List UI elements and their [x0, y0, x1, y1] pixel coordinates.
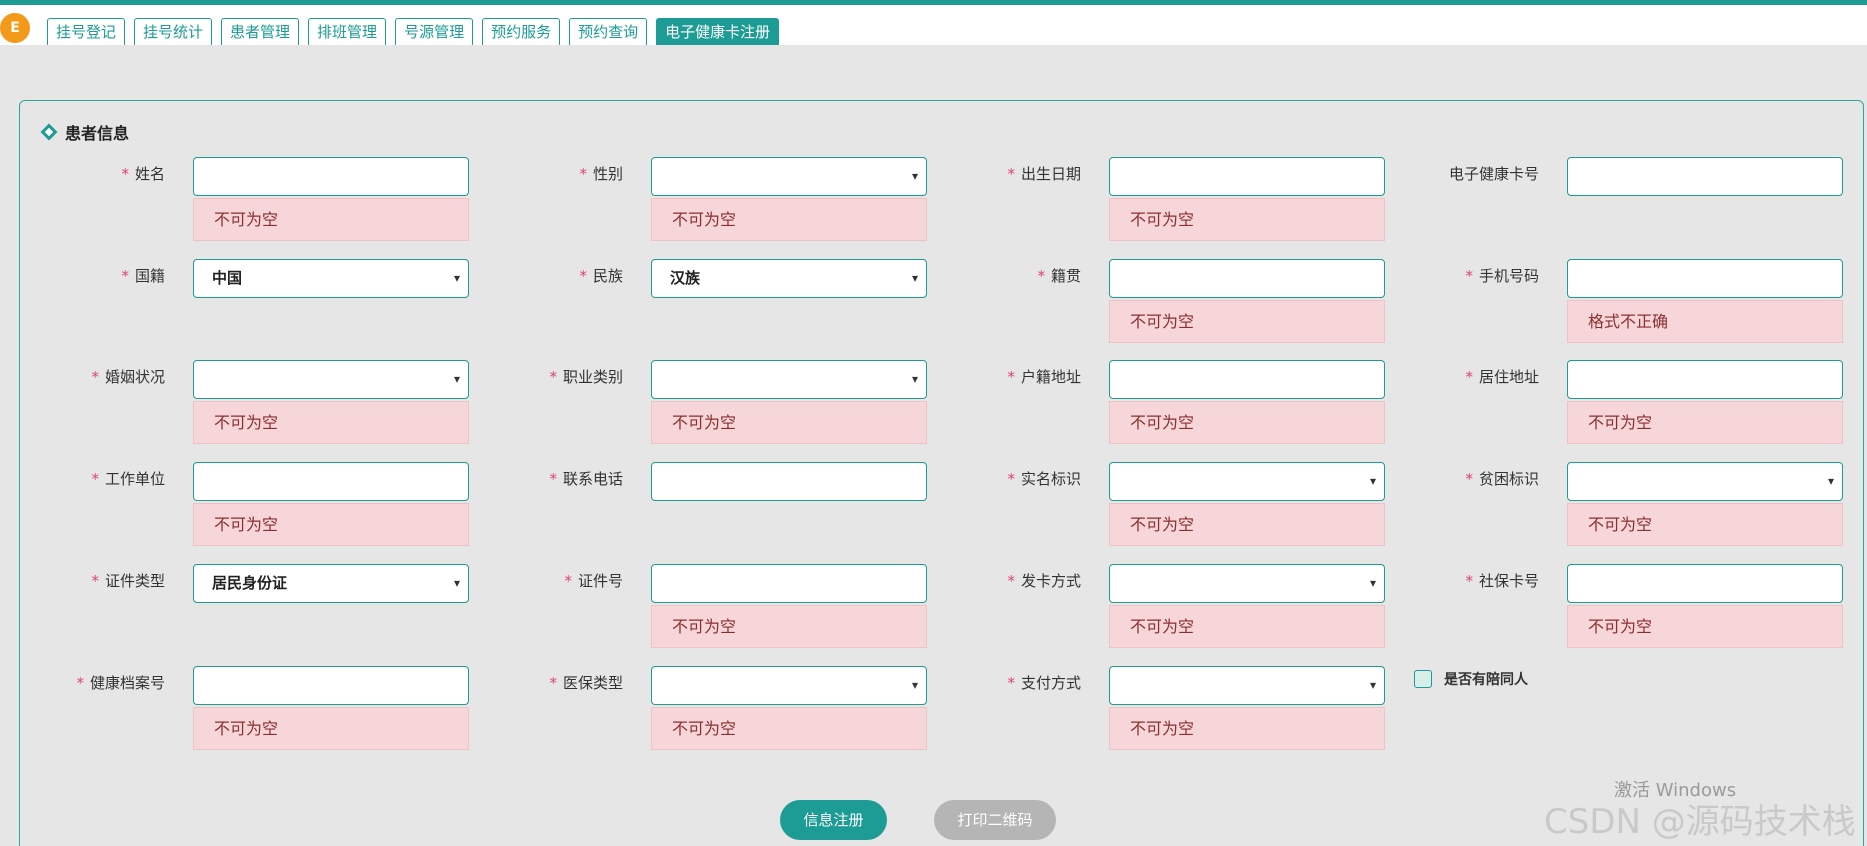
poverty-flag-label: * 贫困标识 — [1465, 470, 1539, 488]
id-number-error: 不可为空 — [651, 605, 927, 648]
name-label: * 姓名 — [121, 165, 165, 183]
registered-address-label: * 户籍地址 — [1007, 368, 1081, 386]
employer-error: 不可为空 — [193, 503, 469, 546]
residential-address-input[interactable] — [1567, 360, 1843, 399]
mobile-label: * 手机号码 — [1465, 267, 1539, 285]
payment-method-error: 不可为空 — [1109, 707, 1385, 750]
section-header: 患者信息 — [40, 120, 130, 144]
insurance-type-select[interactable] — [651, 666, 927, 705]
companion-label: 是否有陪同人 — [1444, 672, 1528, 688]
health-card-no-label: 电子健康卡号 — [1448, 165, 1539, 183]
health-record-no-label: * 健康档案号 — [76, 674, 165, 692]
tab-schedule-management[interactable]: 排班管理 — [308, 18, 387, 47]
marital-status-label: * 婚姻状况 — [91, 368, 165, 386]
social-security-no-label: * 社保卡号 — [1465, 572, 1539, 590]
mobile-error: 格式不正确 — [1567, 300, 1843, 343]
realname-flag-error: 不可为空 — [1109, 503, 1385, 546]
employer-label: * 工作单位 — [91, 470, 165, 488]
nationality-select[interactable]: 中国 — [193, 259, 469, 298]
companion-checkbox-group: 是否有陪同人 — [1414, 669, 1528, 689]
id-type-select[interactable]: 居民身份证 — [193, 564, 469, 603]
occupation-error: 不可为空 — [651, 401, 927, 444]
occupation-label: * 职业类别 — [549, 368, 623, 386]
tab-slot-management[interactable]: 号源管理 — [395, 18, 474, 47]
residential-address-error: 不可为空 — [1567, 401, 1843, 444]
insurance-type-label: * 医保类型 — [549, 674, 623, 692]
marital-status-error: 不可为空 — [193, 401, 469, 444]
gender-error: 不可为空 — [651, 198, 927, 241]
tab-registration-stats[interactable]: 挂号统计 — [134, 18, 213, 47]
contact-phone-label: * 联系电话 — [549, 470, 623, 488]
registered-address-input[interactable] — [1109, 360, 1385, 399]
card-issue-method-error: 不可为空 — [1109, 605, 1385, 648]
health-record-no-error: 不可为空 — [193, 707, 469, 750]
ethnicity-select[interactable]: 汉族 — [651, 259, 927, 298]
native-place-input[interactable] — [1109, 259, 1385, 298]
tab-appointment-service[interactable]: 预约服务 — [482, 18, 561, 47]
id-number-label: * 证件号 — [564, 572, 623, 590]
marital-status-select[interactable] — [193, 360, 469, 399]
health-card-no-input[interactable] — [1567, 157, 1843, 196]
ethnicity-label: * 民族 — [579, 267, 623, 285]
birthdate-input[interactable] — [1109, 157, 1385, 196]
birthdate-error: 不可为空 — [1109, 198, 1385, 241]
sub-header-bar — [0, 45, 1867, 85]
companion-checkbox[interactable] — [1414, 670, 1432, 688]
native-place-label: * 籍贯 — [1037, 267, 1081, 285]
card-issue-method-select[interactable] — [1109, 564, 1385, 603]
nav-tabs: 挂号登记 挂号统计 患者管理 排班管理 号源管理 预约服务 预约查询 电子健康卡… — [47, 18, 780, 47]
mobile-input[interactable] — [1567, 259, 1843, 298]
register-button[interactable]: 信息注册 — [780, 800, 887, 840]
social-security-no-input[interactable] — [1567, 564, 1843, 603]
section-diamond-icon — [40, 123, 58, 141]
gender-select[interactable] — [651, 157, 927, 196]
card-issue-method-label: * 发卡方式 — [1007, 572, 1081, 590]
top-nav-bar: E 挂号登记 挂号统计 患者管理 排班管理 号源管理 预约服务 预约查询 电子健… — [0, 5, 1867, 47]
poverty-flag-error: 不可为空 — [1567, 503, 1843, 546]
health-record-no-input[interactable] — [193, 666, 469, 705]
tab-health-card-registration[interactable]: 电子健康卡注册 — [656, 18, 780, 47]
name-input[interactable] — [193, 157, 469, 196]
payment-method-label: * 支付方式 — [1007, 674, 1081, 692]
social-security-no-error: 不可为空 — [1567, 605, 1843, 648]
insurance-type-error: 不可为空 — [651, 707, 927, 750]
gender-label: * 性别 — [579, 165, 623, 183]
id-type-label: * 证件类型 — [91, 572, 165, 590]
registered-address-error: 不可为空 — [1109, 401, 1385, 444]
id-number-input[interactable] — [651, 564, 927, 603]
employer-input[interactable] — [193, 462, 469, 501]
residential-address-label: * 居住地址 — [1465, 368, 1539, 386]
tab-registration[interactable]: 挂号登记 — [47, 18, 126, 47]
print-qr-button[interactable]: 打印二维码 — [934, 800, 1056, 840]
section-title: 患者信息 — [65, 124, 130, 143]
native-place-error: 不可为空 — [1109, 300, 1385, 343]
poverty-flag-select[interactable] — [1567, 462, 1843, 501]
logo-letter: E — [10, 20, 20, 36]
realname-flag-label: * 实名标识 — [1007, 470, 1081, 488]
contact-phone-input[interactable] — [651, 462, 927, 501]
csdn-watermark: CSDN @源码技术栈 — [1544, 802, 1856, 842]
payment-method-select[interactable] — [1109, 666, 1385, 705]
nationality-label: * 国籍 — [121, 267, 165, 285]
tab-appointment-query[interactable]: 预约查询 — [569, 18, 648, 47]
tab-patient-management[interactable]: 患者管理 — [221, 18, 300, 47]
realname-flag-select[interactable] — [1109, 462, 1385, 501]
birthdate-label: * 出生日期 — [1007, 165, 1081, 183]
name-error: 不可为空 — [193, 198, 469, 241]
app-logo-icon: E — [0, 13, 30, 43]
occupation-select[interactable] — [651, 360, 927, 399]
